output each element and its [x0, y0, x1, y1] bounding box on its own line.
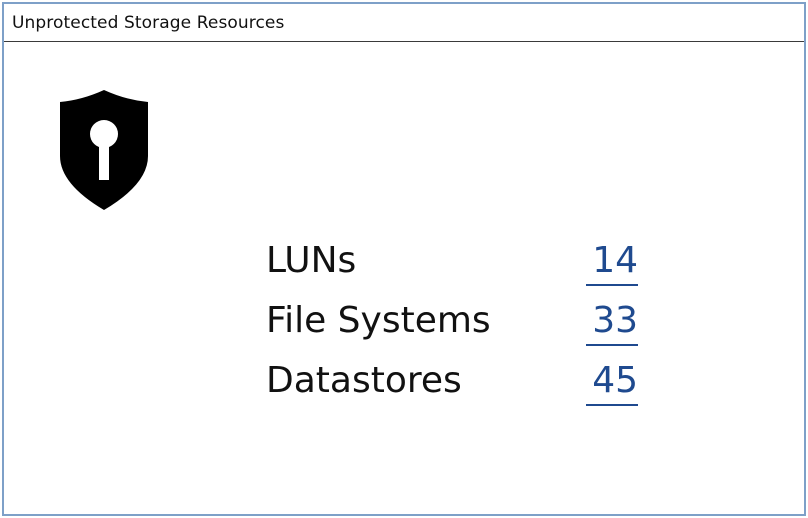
link-underline — [586, 344, 638, 346]
link-underline — [586, 284, 638, 286]
stat-row-file-systems: File Systems 33 — [266, 296, 646, 356]
stat-label-datastores: Datastores — [266, 360, 462, 401]
stat-row-datastores: Datastores 45 — [266, 356, 646, 416]
stat-link-luns[interactable]: 14 — [592, 240, 638, 281]
unprotected-storage-window: Unprotected Storage Resources LUNs 14 Fi… — [2, 2, 806, 516]
stat-label-luns: LUNs — [266, 240, 357, 281]
link-underline — [586, 404, 638, 406]
stat-row-luns: LUNs 14 — [266, 236, 646, 296]
window-title: Unprotected Storage Resources — [12, 12, 285, 33]
stat-link-file-systems[interactable]: 33 — [592, 300, 638, 341]
shield-keyhole-icon — [60, 90, 148, 210]
stat-link-datastores[interactable]: 45 — [592, 360, 638, 401]
stat-label-file-systems: File Systems — [266, 300, 491, 341]
storage-stats: LUNs 14 File Systems 33 Datastores 45 — [266, 236, 646, 416]
window-titlebar: Unprotected Storage Resources — [4, 4, 804, 42]
